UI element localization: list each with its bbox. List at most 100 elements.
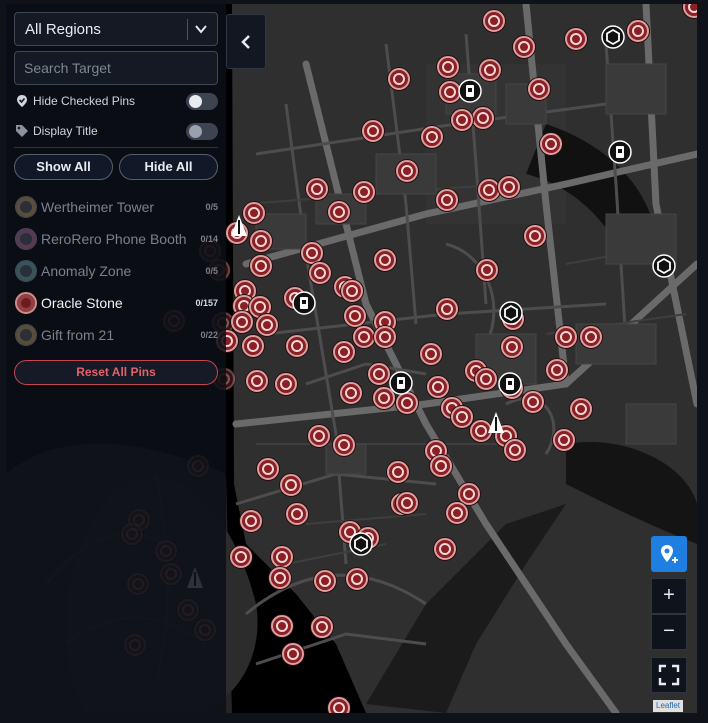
oracle-stone-pin[interactable]: [271, 546, 293, 568]
fullscreen-button[interactable]: [651, 657, 687, 693]
oracle-stone-pin[interactable]: [553, 429, 575, 451]
oracle-stone-pin[interactable]: [458, 483, 480, 505]
oracle-stone-pin[interactable]: [280, 474, 302, 496]
oracle-stone-pin[interactable]: [513, 36, 535, 58]
oracle-stone-pin[interactable]: [333, 341, 355, 363]
oracle-stone-pin[interactable]: [436, 298, 458, 320]
anomaly-zone-marker-icon[interactable]: [652, 254, 676, 278]
category-anomaly[interactable]: Anomaly Zone 0/5: [14, 259, 218, 285]
oracle-stone-pin[interactable]: [257, 458, 279, 480]
oracle-stone-pin[interactable]: [546, 359, 568, 381]
oracle-stone-pin[interactable]: [434, 538, 456, 560]
oracle-stone-pin[interactable]: [374, 249, 396, 271]
oracle-stone-pin[interactable]: [286, 335, 308, 357]
oracle-stone-pin[interactable]: [333, 434, 355, 456]
oracle-stone-pin[interactable]: [246, 370, 268, 392]
display-title-toggle[interactable]: [186, 123, 218, 140]
oracle-stone-pin[interactable]: [528, 78, 550, 100]
add-pin-location-button[interactable]: [651, 536, 687, 572]
anomaly-zone-marker-icon[interactable]: [499, 301, 523, 325]
oracle-stone-pin[interactable]: [341, 280, 363, 302]
oracle-stone-pin[interactable]: [231, 311, 253, 333]
category-oracle-stone[interactable]: Oracle Stone 0/157: [14, 291, 218, 317]
oracle-stone-pin[interactable]: [340, 382, 362, 404]
oracle-stone-pin[interactable]: [242, 335, 264, 357]
oracle-stone-pin[interactable]: [368, 363, 390, 385]
region-select[interactable]: All Regions: [14, 12, 218, 46]
phone-booth-marker-icon[interactable]: [608, 140, 632, 164]
oracle-stone-pin[interactable]: [498, 176, 520, 198]
oracle-stone-pin[interactable]: [501, 336, 523, 358]
wertheimer-tower-marker-icon[interactable]: [227, 214, 251, 238]
oracle-stone-pin[interactable]: [311, 616, 333, 638]
category-tower[interactable]: Wertheimer Tower 0/5: [14, 195, 218, 221]
wertheimer-tower-marker-icon[interactable]: [484, 411, 508, 435]
oracle-stone-pin[interactable]: [250, 230, 272, 252]
oracle-stone-pin[interactable]: [314, 570, 336, 592]
phone-booth-marker-icon[interactable]: [292, 291, 316, 315]
display-title-row[interactable]: Display Title: [14, 121, 218, 143]
oracle-stone-pin[interactable]: [387, 461, 409, 483]
oracle-stone-pin[interactable]: [346, 568, 368, 590]
oracle-stone-pin[interactable]: [271, 615, 293, 637]
oracle-stone-pin[interactable]: [275, 373, 297, 395]
oracle-stone-pin[interactable]: [427, 376, 449, 398]
oracle-stone-pin[interactable]: [374, 326, 396, 348]
oracle-stone-pin[interactable]: [451, 109, 473, 131]
oracle-stone-pin[interactable]: [472, 107, 494, 129]
oracle-stone-pin[interactable]: [286, 503, 308, 525]
oracle-stone-pin[interactable]: [483, 10, 505, 32]
oracle-stone-pin[interactable]: [396, 392, 418, 414]
zoom-in-button[interactable]: +: [651, 578, 687, 614]
category-phone-booth[interactable]: ReroRero Phone Booth 0/14: [14, 227, 218, 253]
oracle-stone-pin[interactable]: [451, 406, 473, 428]
oracle-stone-pin[interactable]: [269, 567, 291, 589]
oracle-stone-pin[interactable]: [328, 201, 350, 223]
hide-all-button[interactable]: Hide All: [119, 154, 218, 180]
chevron-down-icon[interactable]: [193, 21, 209, 37]
oracle-stone-pin[interactable]: [436, 189, 458, 211]
oracle-stone-pin[interactable]: [565, 28, 587, 50]
oracle-stone-pin[interactable]: [570, 398, 592, 420]
oracle-stone-pin[interactable]: [627, 20, 649, 42]
oracle-stone-pin[interactable]: [580, 326, 602, 348]
zoom-out-button[interactable]: −: [651, 614, 687, 650]
oracle-stone-pin[interactable]: [396, 492, 418, 514]
anomaly-zone-marker-icon[interactable]: [349, 532, 373, 556]
oracle-stone-pin[interactable]: [478, 179, 500, 201]
oracle-stone-pin[interactable]: [420, 343, 442, 365]
oracle-stone-pin[interactable]: [344, 305, 366, 327]
oracle-stone-pin[interactable]: [504, 439, 526, 461]
hide-checked-row[interactable]: Hide Checked Pins: [14, 91, 218, 113]
search-input[interactable]: [14, 51, 218, 85]
oracle-stone-pin[interactable]: [230, 546, 252, 568]
oracle-stone-pin[interactable]: [524, 225, 546, 247]
oracle-stone-pin[interactable]: [437, 56, 459, 78]
oracle-stone-pin[interactable]: [306, 178, 328, 200]
anomaly-zone-marker-icon[interactable]: [601, 25, 625, 49]
reset-all-pins-button[interactable]: Reset All Pins: [14, 360, 218, 385]
oracle-stone-pin[interactable]: [282, 643, 304, 665]
phone-booth-marker-icon[interactable]: [458, 79, 482, 103]
oracle-stone-pin[interactable]: [388, 68, 410, 90]
oracle-stone-pin[interactable]: [250, 255, 272, 277]
oracle-stone-pin[interactable]: [362, 120, 384, 142]
hide-checked-toggle[interactable]: [186, 93, 218, 110]
oracle-stone-pin[interactable]: [308, 425, 330, 447]
oracle-stone-pin[interactable]: [475, 368, 497, 390]
oracle-stone-pin[interactable]: [555, 326, 577, 348]
oracle-stone-pin[interactable]: [256, 314, 278, 336]
oracle-stone-pin[interactable]: [328, 697, 350, 713]
collapse-panel-button[interactable]: [226, 14, 266, 69]
phone-booth-marker-icon[interactable]: [389, 371, 413, 395]
oracle-stone-pin[interactable]: [540, 133, 562, 155]
phone-booth-marker-icon[interactable]: [498, 372, 522, 396]
oracle-stone-pin[interactable]: [522, 391, 544, 413]
oracle-stone-pin[interactable]: [353, 326, 375, 348]
category-gift[interactable]: Gift from 21 0/22: [14, 323, 218, 349]
oracle-stone-pin[interactable]: [240, 510, 262, 532]
leaflet-attribution[interactable]: Leaflet: [653, 700, 684, 712]
oracle-stone-pin[interactable]: [421, 126, 443, 148]
oracle-stone-pin[interactable]: [479, 59, 501, 81]
oracle-stone-pin[interactable]: [301, 242, 323, 264]
